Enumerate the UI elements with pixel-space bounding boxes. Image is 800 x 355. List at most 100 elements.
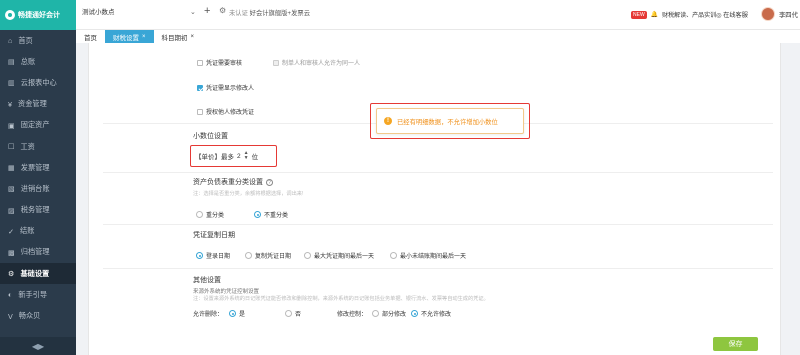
radio-icon [196,252,203,259]
online-service-label: 在线客服 [723,12,748,19]
bell-icon: 🔔 [650,12,659,18]
show-modifier-label: 凭证需显示修改人 [206,86,255,92]
decimal-setting: 【单价】最多 2 ▲ ▼ 位 [195,151,259,162]
archive-icon: ▩ [8,247,15,257]
asset-class-title-text: 资产负债表重分类设置 [193,179,263,186]
sidebar-item-label: 资金管理 [18,99,47,109]
tab-label: 科目期初 [161,34,188,42]
modify-control-radio-0[interactable]: 部分修改 [372,309,406,318]
online-service-link[interactable]: ◎ 在线客服 [716,10,748,19]
user-name-label: 李四代 [779,12,798,19]
radio-icon [304,252,311,259]
logo[interactable]: 畅捷通好会计 [0,0,76,30]
asset-class-title: 资产负债表重分类设置? [193,177,273,187]
gear-icon[interactable]: ⚙ [219,6,226,15]
same-person-checkbox[interactable]: 制单人和审核人允许为同一人 [273,58,360,67]
sidebar-item-label: 进销台账 [20,183,50,193]
modify-control-radio-1[interactable]: 不允许修改 [411,309,451,318]
same-person-label: 制单人和审核人允许为同一人 [282,61,361,67]
copy-date-radio-0[interactable]: 登录日期 [196,251,230,260]
collapse-icon[interactable]: ◀▶ [0,337,76,355]
tax-icon: ▨ [8,205,15,215]
chevron-down-icon[interactable]: ⌄ [190,6,196,20]
cert-label: 未认证 [229,10,248,17]
sidebar-item-0[interactable]: ⌂ 首页 [0,30,76,51]
user-name[interactable]: 李四代 ⌄ [779,10,800,19]
need-audit-checkbox[interactable]: 凭证需要审核 [197,58,242,67]
asset-icon: ▣ [8,120,15,130]
copy-date-radio-3[interactable]: 最小未结账期间最后一天 [390,251,466,260]
decimal-value-input[interactable]: 2 [237,153,241,160]
copy-date-radio-2[interactable]: 最大凭证期间最后一天 [304,251,374,260]
show-modifier-checkbox[interactable]: 凭证需显示修改人 [197,83,254,92]
divider [103,224,773,225]
warning-icon: ! [384,117,392,125]
radio-icon [245,252,252,259]
radio-icon [390,252,397,259]
sidebar-item-9[interactable]: ✓ 结账 [0,221,76,242]
sidebar-item-13[interactable]: V 畅众贝 [0,305,76,326]
company-select[interactable]: 测试小数点 [82,6,202,20]
allow-edit-checkbox[interactable]: 授权他人修改凭证 [197,107,254,116]
service-icon: ◎ [716,12,722,19]
sidebar-item-1[interactable]: ▤ 总账 [0,51,76,72]
copy-date-radio-1[interactable]: 复制凭证日期 [245,251,291,260]
checkbox-checked-icon [197,84,203,91]
cert-status[interactable]: 未认证 好会计旗舰版+发票云 [229,8,310,17]
inventory-icon: ▧ [8,184,15,194]
asset-class-radio-0[interactable]: 重分类 [196,210,224,219]
radio-icon [254,211,261,218]
sidebar-item-10[interactable]: ▩ 归档管理 [0,242,76,263]
tab-0[interactable]: 首页 [76,30,105,43]
divider [103,172,773,173]
radio-icon [372,310,379,317]
help-icon[interactable]: ? [266,179,273,186]
sidebar-item-4[interactable]: ▣ 固定资产 [0,115,76,136]
copy-date-option-label: 登录日期 [206,254,231,260]
money-icon: ¥ [8,99,12,109]
add-icon[interactable]: + [204,5,210,17]
sidebar-nav: ⌂ 首页 ▤ 总账 ▥ 云报表中心 ¥ 资金管理 ▣ 固定资产 ☐ 工资 ▦ 发票管理 ▧ 进销台账 ▨ 税务管理… [0,30,76,327]
sidebar-item-7[interactable]: ▧ 进销台账 [0,178,76,199]
sidebar-item-label: 总账 [20,56,36,66]
ledger-icon: ▤ [8,57,15,67]
modify-control-option-label: 部分修改 [382,312,407,318]
sidebar-item-label: 基础设置 [20,268,50,278]
allow-delete-radio-1[interactable]: 否 [285,309,301,318]
decimal-stepper[interactable]: ▲ ▼ [244,151,249,161]
radio-icon [196,211,203,218]
promo-link[interactable]: NEW 🔔 财税解读、产品实训 [631,10,716,19]
tab-label: 财税设置 [113,34,139,42]
sidebar-item-label: 结账 [20,226,35,236]
sidebar: 畅捷通好会计 ⌂ 首页 ▤ 总账 ▥ 云报表中心 ¥ 资金管理 ▣ 固定资产 ☐ 工资 ▦ 发票管理 ▧ 进销… [0,0,76,355]
avatar[interactable] [761,7,775,21]
asset-class-hint: 注：选择是否重分类，余额将根据选择，调出来! [193,191,304,197]
sidebar-item-3[interactable]: ¥ 资金管理 [0,94,76,115]
decimal-suffix: 位 [251,154,259,161]
tab-1[interactable]: 财税设置 × [105,30,154,43]
sidebar-item-12[interactable]: ◐ 新手引导 [0,284,76,305]
checkbox-icon [273,59,279,66]
sidebar-item-label: 固定资产 [20,120,50,130]
other-subtitle: 来源外系统的凭证控制设置 [193,289,260,295]
other-hint: 注：设置来源外系统的日记账凭证能否修改和删除控制，来源外系统的日记账包括业务单据… [193,296,489,302]
need-audit-label: 凭证需要审核 [206,61,243,67]
sidebar-item-8[interactable]: ▨ 税务管理 [0,200,76,221]
tab-2[interactable]: 科目期初 × [154,30,203,43]
alert-text: 已经有明细数据，不允许增加小数位 [397,118,498,126]
tab-label: 首页 [84,34,97,42]
allow-delete-radio-0[interactable]: 是 [229,309,245,318]
logo-icon [5,10,15,20]
sidebar-item-11[interactable]: ⚙ 基础设置 [0,263,76,285]
close-icon[interactable]: × [142,34,146,40]
close-icon[interactable]: × [191,34,195,40]
sidebar-item-5[interactable]: ☐ 工资 [0,136,76,157]
topbar: 测试小数点 ⌄ + ⚙ 未认证 好会计旗舰版+发票云 NEW 🔔 财税解读、产品… [76,0,800,30]
asset-class-radio-1[interactable]: 不重分类 [254,210,288,219]
save-button[interactable]: 保存 [713,337,758,351]
chevron-down-icon[interactable]: ▼ [244,156,249,161]
radio-icon [229,310,236,317]
sidebar-item-2[interactable]: ▥ 云报表中心 [0,72,76,93]
checkbox-icon [197,108,203,115]
sidebar-item-6[interactable]: ▦ 发票管理 [0,157,76,178]
